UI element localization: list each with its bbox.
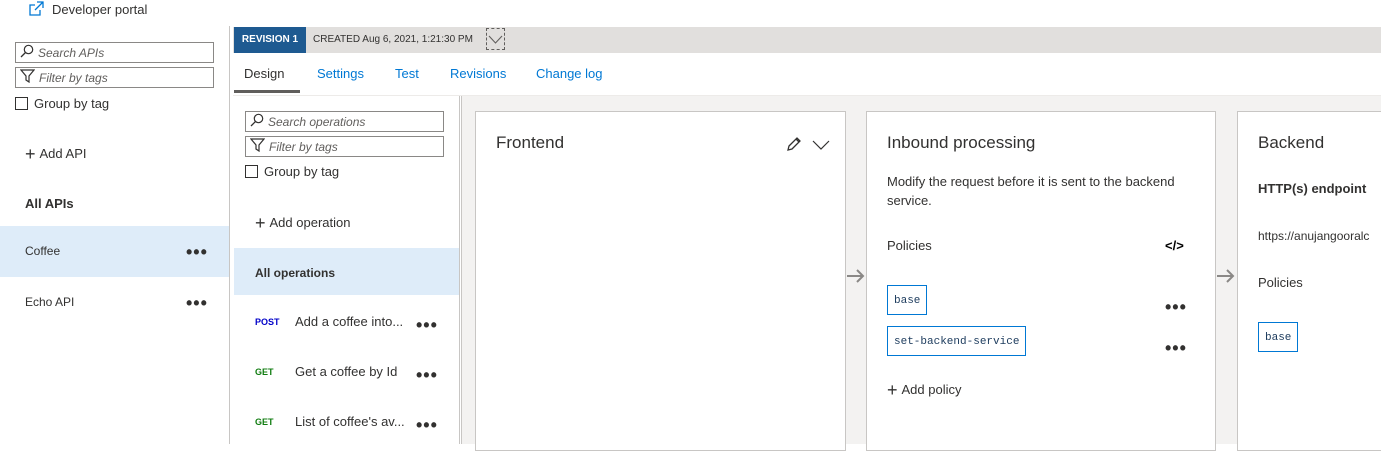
frontend-title: Frontend bbox=[496, 133, 565, 152]
search-apis-input[interactable]: Search APIs bbox=[15, 42, 214, 63]
all-operations-item[interactable]: All operations bbox=[234, 248, 459, 295]
developer-portal-link[interactable]: Developer portal bbox=[28, 1, 147, 17]
endpoint-label: HTTP(s) endpoint bbox=[1258, 181, 1367, 196]
add-policy-button[interactable]: + Add policy bbox=[887, 379, 962, 400]
developer-portal-label: Developer portal bbox=[52, 1, 148, 17]
api-item-echo-api[interactable]: Echo API ••• bbox=[0, 277, 229, 327]
flow-arrow-icon bbox=[1216, 266, 1236, 291]
http-verb: GET bbox=[255, 367, 274, 377]
inbound-processing-panel: Inbound processing Modify the request be… bbox=[866, 111, 1216, 451]
operation-name: Add a coffee into... bbox=[295, 314, 404, 329]
search-operations-placeholder: Search operations bbox=[268, 114, 366, 129]
add-operation-label: Add operation bbox=[269, 215, 351, 230]
revision-created: CREATED Aug 6, 2021, 1:21:30 PM bbox=[313, 34, 473, 45]
more-options-icon[interactable]: ••• bbox=[1165, 298, 1187, 316]
filter-operations-placeholder: Filter by tags bbox=[269, 139, 338, 154]
filter-apis-input[interactable]: Filter by tags bbox=[15, 67, 214, 88]
plus-icon: + bbox=[25, 143, 36, 164]
search-operations-input[interactable]: Search operations bbox=[245, 111, 444, 132]
inbound-description: Modify the request before it is sent to … bbox=[887, 174, 1175, 208]
api-item-label: Echo API bbox=[25, 295, 75, 309]
group-by-tag-label: Group by tag bbox=[264, 164, 340, 179]
checkbox-box[interactable] bbox=[245, 165, 258, 178]
add-api-button[interactable]: + Add API bbox=[25, 143, 87, 164]
edit-icon[interactable] bbox=[785, 136, 802, 158]
more-options-icon[interactable]: ••• bbox=[186, 294, 208, 312]
filter-operations-input[interactable]: Filter by tags bbox=[245, 136, 444, 157]
frontend-panel: Frontend bbox=[475, 111, 846, 451]
more-options-icon[interactable]: ••• bbox=[416, 316, 438, 334]
operation-item[interactable]: POST Add a coffee into... ••• bbox=[234, 297, 458, 347]
operation-name: Get a coffee by Id bbox=[295, 364, 398, 379]
backend-title: Backend bbox=[1258, 133, 1325, 152]
revision-badge: REVISION 1 bbox=[234, 27, 306, 53]
more-options-icon[interactable]: ••• bbox=[186, 243, 208, 261]
more-options-icon[interactable]: ••• bbox=[416, 366, 438, 384]
code-editor-icon[interactable]: </> bbox=[1165, 238, 1184, 253]
filter-icon bbox=[16, 69, 39, 86]
chevron-down-icon[interactable] bbox=[812, 138, 830, 156]
filter-apis-placeholder: Filter by tags bbox=[39, 70, 108, 85]
backend-policies-label: Policies bbox=[1258, 275, 1303, 290]
policy-set-backend-service[interactable]: set-backend-service bbox=[887, 326, 1027, 356]
tab-change-log[interactable]: Change log bbox=[536, 66, 603, 81]
tab-design[interactable]: Design bbox=[244, 66, 284, 81]
http-verb: POST bbox=[255, 317, 280, 327]
backend-policy-base[interactable]: base bbox=[1258, 322, 1299, 352]
add-policy-label: Add policy bbox=[901, 382, 962, 397]
tab-revisions[interactable]: Revisions bbox=[450, 66, 506, 81]
endpoint-value: https://anujangooralc bbox=[1258, 229, 1370, 243]
policy-base[interactable]: base bbox=[887, 285, 928, 315]
tab-test[interactable]: Test bbox=[395, 66, 419, 81]
external-link-icon bbox=[28, 1, 44, 17]
more-options-icon[interactable]: ••• bbox=[1165, 339, 1187, 357]
backend-panel: Backend HTTP(s) endpoint https://anujang… bbox=[1237, 111, 1381, 451]
operation-item[interactable]: GET List of coffee's av... ••• bbox=[234, 396, 458, 446]
search-icon bbox=[16, 44, 38, 61]
revision-dropdown[interactable] bbox=[486, 28, 505, 50]
ops-group-by-tag-checkbox[interactable]: Group by tag bbox=[245, 164, 339, 179]
operation-name: List of coffee's av... bbox=[295, 414, 405, 429]
operation-item[interactable]: GET Get a coffee by Id ••• bbox=[234, 347, 458, 397]
group-by-tag-checkbox[interactable]: Group by tag bbox=[15, 96, 109, 111]
add-api-label: Add API bbox=[39, 146, 87, 161]
search-icon bbox=[246, 113, 268, 130]
more-options-icon[interactable]: ••• bbox=[416, 416, 438, 434]
group-by-tag-label: Group by tag bbox=[34, 96, 110, 111]
filter-icon bbox=[246, 138, 269, 155]
checkbox-box[interactable] bbox=[15, 97, 28, 110]
all-operations-label: All operations bbox=[255, 266, 336, 280]
api-item-label: Coffee bbox=[25, 244, 61, 258]
plus-icon: + bbox=[255, 212, 266, 233]
flow-arrow-icon bbox=[846, 266, 866, 291]
api-item-coffee[interactable]: Coffee ••• bbox=[0, 226, 229, 277]
plus-icon: + bbox=[887, 379, 898, 400]
search-apis-placeholder: Search APIs bbox=[38, 45, 105, 60]
policies-label: Policies bbox=[887, 238, 932, 253]
add-operation-button[interactable]: + Add operation bbox=[255, 212, 351, 233]
tab-design-underline bbox=[234, 90, 300, 93]
inbound-title: Inbound processing bbox=[887, 133, 1036, 152]
chevron-down-icon bbox=[487, 35, 504, 53]
all-apis-heading: All APIs bbox=[25, 196, 74, 211]
http-verb: GET bbox=[255, 417, 274, 427]
tab-settings[interactable]: Settings bbox=[317, 66, 364, 81]
